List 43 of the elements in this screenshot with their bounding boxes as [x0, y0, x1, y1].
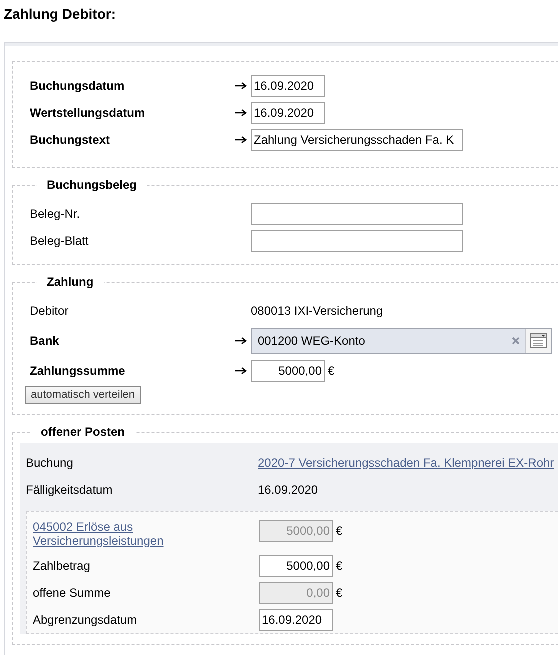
field-label: Buchungstext	[30, 132, 112, 146]
field-label: Zahlbetrag	[33, 558, 92, 572]
text-field[interactable]: Zahlung Versicherungsschaden Fa. K	[251, 128, 463, 150]
date-field[interactable]: 16.09.2020	[259, 608, 333, 630]
text-field[interactable]	[251, 230, 463, 252]
field-label: Bank	[30, 334, 60, 348]
amount-field[interactable]: 5000,00	[251, 360, 325, 382]
field-label: Debitor	[30, 304, 70, 318]
arrow-icon	[235, 336, 247, 344]
arrow-icon	[235, 108, 247, 116]
arrow-icon	[235, 136, 247, 144]
field-label: Beleg-Nr.	[30, 206, 82, 220]
field-label: Fälligkeitsdatum	[26, 482, 114, 496]
field-label: Zahlungssumme	[30, 364, 126, 378]
currency-symbol: €	[328, 364, 335, 378]
field-label: Abgrenzungsdatum	[33, 612, 138, 626]
field-label: Buchungsdatum	[30, 78, 126, 92]
lookup-field[interactable]: 001200 WEG-Konto	[252, 328, 512, 352]
booking-link[interactable]: 2020-7 Versicherungsschaden Fa. Klempnerei EX-Rohr	[258, 456, 558, 470]
field-label: Wertstellungsdatum	[30, 106, 146, 120]
text-field[interactable]	[251, 202, 463, 224]
date-field[interactable]: 16.09.2020	[251, 102, 325, 124]
currency-symbol: €	[336, 524, 343, 538]
field-label: Beleg-Blatt	[30, 234, 90, 248]
lookup-frame[interactable]: 001200 WEG-Konto	[251, 328, 552, 354]
arrow-icon	[235, 366, 247, 374]
section-title: Buchungsbeleg	[46, 178, 138, 192]
distribute-button[interactable]: automatisch verteilen	[25, 386, 141, 404]
clear-icon[interactable]	[512, 336, 520, 344]
field-label: Buchung	[26, 456, 74, 470]
list-icon	[530, 332, 548, 348]
list-picker-button[interactable]	[525, 328, 551, 352]
date-field[interactable]: 16.09.2020	[251, 74, 325, 96]
field-value: 16.09.2020	[258, 482, 320, 496]
section-title: offener Posten	[40, 425, 126, 439]
field-value: 080013 IXI-Versicherung	[251, 304, 384, 318]
section-title: Zahlung	[46, 275, 95, 289]
amount-field[interactable]: 5000,00	[259, 554, 333, 576]
field-label: offene Summe	[33, 586, 112, 600]
currency-symbol: €	[336, 586, 343, 600]
arrow-icon	[235, 82, 247, 90]
currency-symbol: €	[336, 558, 343, 572]
page-title: Zahlung Debitor:	[3, 5, 117, 24]
